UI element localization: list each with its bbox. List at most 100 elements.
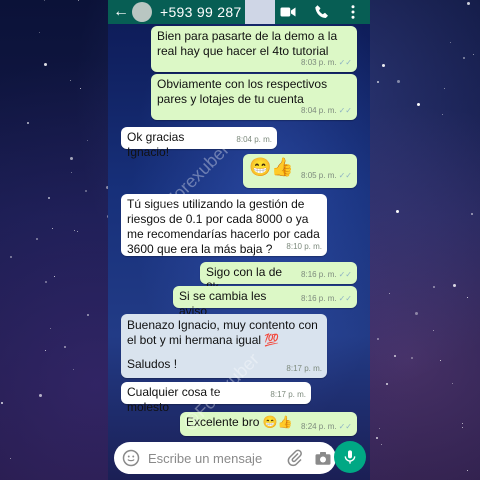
star: [417, 103, 420, 106]
message-bubble[interactable]: 😁👍 8:05 p. m. ✓✓: [243, 154, 357, 188]
back-arrow-icon[interactable]: ←: [112, 3, 130, 21]
star: [450, 42, 451, 43]
star: [71, 172, 72, 173]
star: [44, 0, 45, 1]
star: [415, 312, 418, 315]
message-time: 8:04 p. m.: [301, 106, 337, 115]
star: [411, 357, 413, 359]
message-text: Buenazo Ignacio, muy contento con el bot…: [127, 318, 318, 347]
star: [70, 157, 73, 160]
avatar[interactable]: [132, 2, 152, 22]
star: [381, 444, 382, 445]
star: [45, 281, 47, 283]
star: [77, 231, 78, 232]
message-time: 8:17 p. m.: [270, 390, 306, 399]
star: [433, 286, 435, 288]
star: [463, 57, 465, 59]
star: [39, 32, 40, 33]
star: [87, 314, 89, 316]
message-bubble[interactable]: Bien para pasarte de la demo a la real h…: [151, 26, 357, 72]
redacted-area: [245, 0, 275, 24]
star: [382, 64, 385, 67]
star: [452, 383, 453, 384]
star: [377, 81, 379, 83]
star: [433, 330, 434, 331]
star: [10, 256, 12, 258]
message-bubble[interactable]: Buenazo Ignacio, muy contento con el bot…: [121, 314, 327, 378]
read-ticks-icon: ✓✓: [338, 58, 352, 67]
star: [45, 350, 46, 351]
chat-screen: ← +593 99 287 Bien para pasarte de la de…: [108, 0, 370, 480]
message-time: 8:17 p. m.: [286, 364, 322, 373]
star: [397, 80, 400, 83]
star: [1, 402, 3, 404]
contact-name[interactable]: +593 99 287: [160, 4, 242, 20]
message-composer: [114, 442, 336, 474]
star: [377, 338, 379, 340]
star: [394, 355, 396, 357]
camera-icon[interactable]: [314, 449, 332, 467]
message-text: Bien para pasarte de la demo a la real h…: [157, 29, 338, 58]
star: [467, 297, 468, 298]
star: [389, 293, 390, 294]
message-text: Ok gracias Ignacio!: [127, 130, 185, 159]
star: [44, 63, 47, 66]
star: [50, 328, 51, 329]
star: [73, 369, 74, 370]
message-bubble[interactable]: Si se cambia les aviso 8:16 p. m. ✓✓: [173, 286, 357, 318]
message-bubble[interactable]: Ok gracias Ignacio! 8:04 p. m.: [121, 127, 277, 159]
star: [85, 190, 87, 192]
phone-call-icon[interactable]: [313, 3, 331, 21]
message-time: 8:03 p. m.: [301, 58, 337, 67]
microphone-icon: [344, 450, 356, 464]
message-input[interactable]: [146, 449, 280, 467]
star: [78, 0, 79, 1]
video-call-icon[interactable]: [279, 3, 297, 21]
star: [64, 346, 66, 348]
message-text: 😁👍: [249, 157, 294, 177]
more-options-icon[interactable]: [344, 3, 362, 21]
star: [440, 360, 441, 361]
read-ticks-icon: ✓✓: [338, 422, 352, 431]
chat-header: ← +593 99 287: [108, 0, 370, 24]
star: [442, 114, 443, 115]
read-ticks-icon: ✓✓: [338, 171, 352, 180]
star: [27, 122, 29, 124]
message-bubble[interactable]: Obviamente con los respectivos pares y l…: [151, 74, 357, 120]
star: [74, 230, 75, 231]
star: [473, 54, 474, 55]
star: [48, 197, 50, 199]
message-time: 8:10 p. m.: [286, 242, 322, 251]
star: [462, 423, 463, 424]
message-time: 8:16 p. m.: [301, 270, 337, 279]
message-time: 8:05 p. m.: [301, 171, 337, 180]
read-ticks-icon: ✓✓: [338, 294, 352, 303]
message-bubble[interactable]: Sigo con la de 8k 8:16 p. m.✓✓: [200, 262, 357, 294]
star: [54, 276, 55, 277]
voice-record-button[interactable]: [334, 441, 366, 473]
star: [10, 458, 11, 459]
emoji-icon[interactable]: [122, 449, 140, 467]
message-time: 8:16 p. m.: [301, 294, 337, 303]
star: [379, 428, 380, 429]
star: [467, 470, 468, 471]
attach-icon[interactable]: [286, 449, 304, 467]
read-ticks-icon: ✓✓: [338, 270, 352, 279]
read-ticks-icon: ✓✓: [338, 106, 352, 115]
star: [52, 228, 53, 229]
star: [462, 427, 463, 428]
star: [376, 437, 378, 439]
message-time: 8:24 p. m.: [301, 422, 337, 431]
star: [87, 140, 88, 141]
star: [70, 80, 71, 81]
star: [36, 238, 38, 240]
message-time: 8:04 p. m.: [236, 135, 272, 144]
star: [467, 2, 470, 5]
star: [80, 88, 81, 89]
message-text: Obviamente con los respectivos pares y l…: [157, 77, 328, 106]
star: [386, 383, 388, 385]
message-bubble[interactable]: Tú sigues utilizando la gestión de riesg…: [121, 194, 327, 256]
star: [396, 210, 399, 213]
star: [453, 284, 456, 287]
star: [39, 394, 42, 397]
